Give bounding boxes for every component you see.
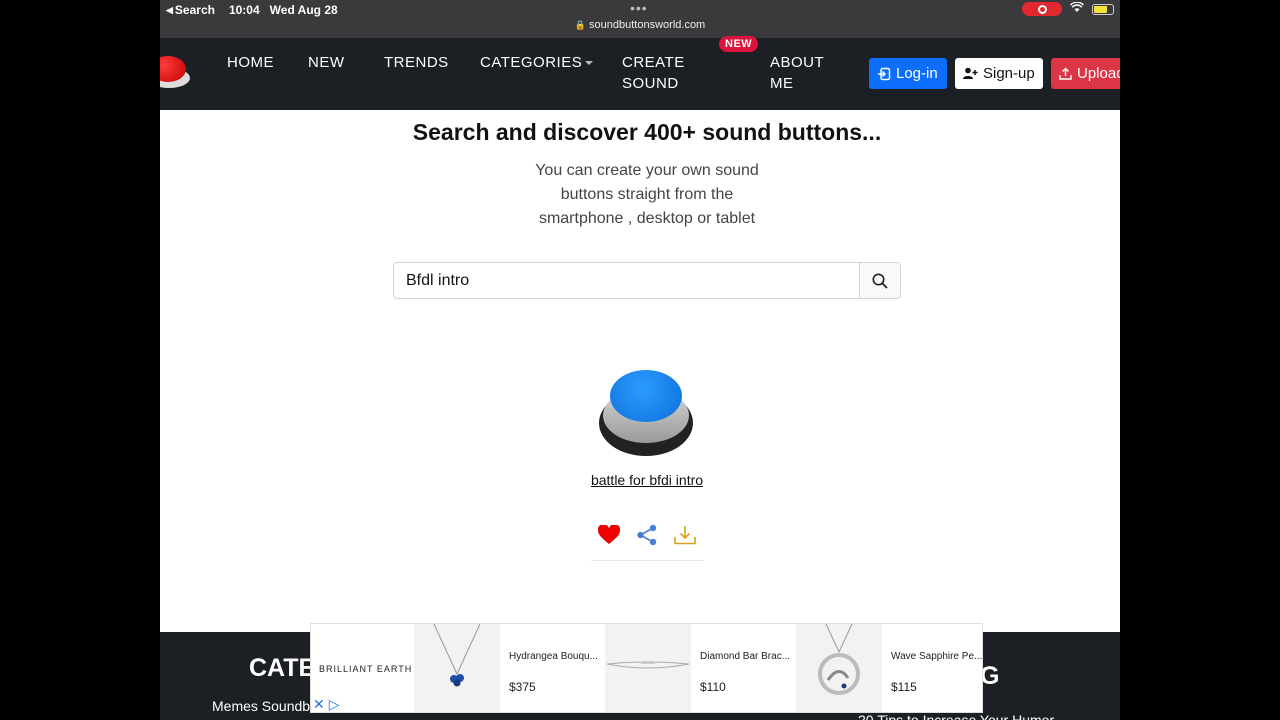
sound-title-link[interactable]: battle for bfdi intro	[586, 470, 708, 491]
ad-product-image-bracelet[interactable]	[605, 624, 691, 712]
nav-about-line1: ABOUT	[770, 54, 825, 71]
nav-home[interactable]: HOME	[227, 52, 274, 73]
status-left: ◀ Search 10:04 Wed Aug 28	[166, 3, 338, 17]
nav-create-line1: CREATE	[622, 54, 685, 71]
footer-memes-link[interactable]: Memes Soundb	[212, 698, 310, 714]
ad-product-name[interactable]: Wave Sapphire Pe...	[891, 651, 982, 662]
login-button[interactable]: Log-in	[869, 58, 947, 89]
nav-about-me[interactable]: ABOUT ME	[770, 52, 824, 94]
share-icon[interactable]	[636, 524, 658, 551]
multitasking-dots-icon[interactable]: •••	[630, 0, 648, 16]
nav-categories[interactable]: CATEGORIES	[480, 52, 594, 73]
browser-viewport: ◀ Search 10:04 Wed Aug 28 ••• 🔒 soundbut…	[160, 0, 1120, 720]
ad-product-image-pendant[interactable]	[796, 623, 882, 712]
ad-product-image-necklace[interactable]	[414, 623, 500, 712]
lock-icon: 🔒	[574, 20, 586, 30]
login-icon	[878, 67, 891, 80]
status-time: 10:04	[228, 3, 260, 17]
ad-product-price: $375	[509, 680, 536, 694]
back-to-search-label[interactable]: Search	[175, 3, 215, 17]
sound-actions	[597, 523, 696, 551]
signup-label: Sign-up	[983, 65, 1035, 82]
ad-product-name[interactable]: Hydrangea Bouqu...	[509, 651, 598, 662]
footer-categories-heading: CATE	[249, 654, 316, 682]
logo-red-button-icon[interactable]	[160, 54, 190, 90]
ad-banner[interactable]: BRILLIANT EARTH Hydrangea Bouqu... $375 …	[310, 623, 983, 713]
page-subtitle: You can create your own sound buttons st…	[535, 162, 759, 227]
ad-close-icon[interactable]: ✕	[313, 696, 325, 713]
new-badge: NEW	[719, 36, 759, 52]
upload-label: Upload	[1077, 65, 1120, 82]
adchoices-icon[interactable]: ▷	[329, 696, 340, 713]
download-icon[interactable]	[674, 525, 696, 550]
nav-categories-label: CATEGORIES	[480, 54, 583, 71]
wifi-icon	[1069, 1, 1085, 16]
card-divider	[591, 560, 703, 561]
upload-icon	[1059, 67, 1072, 80]
back-arrow-icon[interactable]: ◀	[166, 5, 173, 16]
search-button[interactable]	[859, 263, 900, 298]
login-label: Log-in	[896, 65, 938, 82]
nav-about-line2: ME	[770, 75, 794, 92]
screen-recording-indicator	[1022, 2, 1062, 16]
ad-brand-logo: BRILLIANT EARTH	[319, 664, 413, 674]
url-bar[interactable]: 🔒 soundbuttonsworld.com	[160, 19, 1120, 31]
battery-icon	[1092, 3, 1114, 15]
ad-controls: ✕ ▷	[313, 696, 340, 713]
nav-new[interactable]: NEW	[308, 52, 345, 73]
status-right	[1022, 1, 1114, 16]
nav-trends[interactable]: TRENDS	[384, 52, 449, 73]
signup-button[interactable]: Sign-up	[955, 58, 1043, 89]
heart-icon[interactable]	[597, 523, 621, 550]
page-headline: Search and discover 400+ sound buttons..…	[412, 119, 882, 145]
search-input[interactable]	[394, 263, 859, 298]
search-icon	[872, 273, 888, 289]
nav-create-sound[interactable]: CREATE SOUND	[622, 52, 685, 94]
ad-product-price: $115	[891, 680, 917, 694]
url-text: soundbuttonsworld.com	[589, 19, 706, 31]
ad-product-price: $110	[700, 680, 726, 694]
user-plus-icon	[963, 67, 978, 79]
nav-create-line2: SOUND	[622, 75, 679, 92]
footer-tips-link[interactable]: 20 Tips to Increase Your Humor	[858, 712, 1054, 720]
caret-down-icon	[585, 61, 594, 66]
upload-button[interactable]: Upload	[1051, 58, 1120, 89]
ad-product-name[interactable]: Diamond Bar Brac...	[700, 651, 790, 662]
status-bar: ◀ Search 10:04 Wed Aug 28 ••• 🔒 soundbut…	[160, 0, 1120, 38]
sound-play-button[interactable]	[598, 368, 694, 458]
search-bar	[393, 262, 901, 299]
status-date: Wed Aug 28	[269, 3, 338, 17]
